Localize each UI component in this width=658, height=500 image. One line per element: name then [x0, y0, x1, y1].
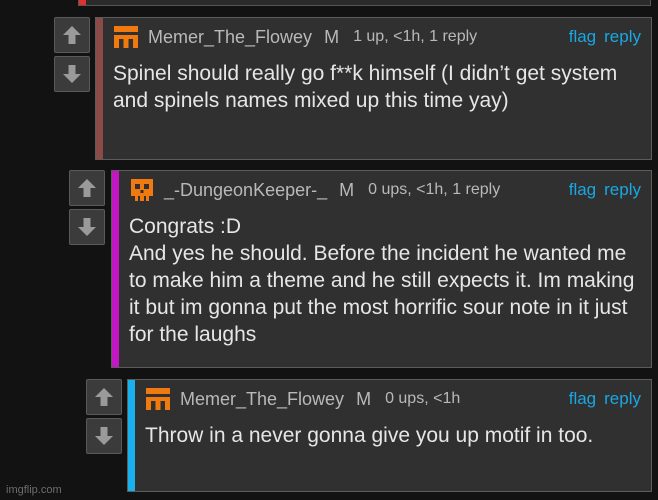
comment-text: Spinel should really go f**k himself (I …: [113, 60, 643, 114]
watermark: imgflip.com: [6, 484, 62, 496]
mod-badge: M: [356, 388, 372, 409]
comment-meta: 0 ups, <1h: [385, 390, 461, 407]
comment-text: Congrats :D And yes he should. Before th…: [129, 213, 643, 348]
username[interactable]: Memer_The_Flowey: [148, 27, 312, 48]
arrow-up-icon: [95, 388, 113, 406]
arrow-down-icon: [78, 218, 96, 236]
mod-badge: M: [324, 26, 340, 47]
mod-badge: M: [339, 179, 355, 200]
orange-skull-avatar-icon[interactable]: [128, 176, 156, 204]
flag-link[interactable]: flag: [569, 180, 596, 200]
vote-controls: [54, 17, 90, 92]
comment-paragraph: Congrats :D: [129, 215, 242, 238]
comment-text: Throw in a never gonna give you up motif…: [145, 422, 643, 449]
previous-comment-edge: [78, 0, 651, 6]
comment-header: _-DungeonKeeper-_ M 0 ups, <1h, 1 reply …: [128, 177, 641, 203]
thread-stripe: [112, 171, 119, 367]
comment-meta: 1 up, <1h, 1 reply: [353, 28, 478, 45]
arrow-up-icon: [63, 26, 81, 44]
downvote-button[interactable]: [54, 56, 90, 92]
thread-stripe: [128, 380, 135, 491]
downvote-button[interactable]: [69, 209, 105, 245]
comment-actions: flag reply: [569, 27, 641, 47]
upvote-button[interactable]: [69, 170, 105, 206]
arrow-down-icon: [63, 65, 81, 83]
comment-actions: flag reply: [569, 389, 641, 409]
thread-stripe: [96, 18, 103, 159]
upvote-button[interactable]: [86, 379, 122, 415]
comment-paragraph: And yes he should. Before the incident h…: [129, 242, 635, 346]
comment-header: Memer_The_Flowey M 0 ups, <1h flag reply: [144, 386, 641, 412]
arrow-down-icon: [95, 427, 113, 445]
comment-header: Memer_The_Flowey M 1 up, <1h, 1 reply fl…: [112, 24, 641, 50]
comment-body: _-DungeonKeeper-_ M 0 ups, <1h, 1 reply …: [111, 170, 652, 368]
username[interactable]: Memer_The_Flowey: [180, 389, 344, 410]
arrow-up-icon: [78, 179, 96, 197]
vote-controls: [69, 170, 105, 245]
downvote-button[interactable]: [86, 418, 122, 454]
comment-3: Memer_The_Flowey M 0 ups, <1h flag reply…: [86, 379, 652, 492]
comment-2: _-DungeonKeeper-_ M 0 ups, <1h, 1 reply …: [69, 170, 652, 368]
comment-1: Memer_The_Flowey M 1 up, <1h, 1 reply fl…: [54, 17, 652, 160]
username[interactable]: _-DungeonKeeper-_: [164, 180, 327, 201]
orange-pixel-avatar-icon[interactable]: [112, 23, 140, 51]
reply-link[interactable]: reply: [604, 180, 641, 200]
upvote-button[interactable]: [54, 17, 90, 53]
comment-actions: flag reply: [569, 180, 641, 200]
comment-body: Memer_The_Flowey M 0 ups, <1h flag reply…: [127, 379, 652, 492]
vote-controls: [86, 379, 122, 454]
flag-link[interactable]: flag: [569, 389, 596, 409]
orange-pixel-avatar-icon[interactable]: [144, 385, 172, 413]
flag-link[interactable]: flag: [569, 27, 596, 47]
reply-link[interactable]: reply: [604, 389, 641, 409]
comment-body: Memer_The_Flowey M 1 up, <1h, 1 reply fl…: [95, 17, 652, 160]
reply-link[interactable]: reply: [604, 27, 641, 47]
thread-stripe: [79, 0, 86, 5]
comment-paragraph: Throw in a never gonna give you up motif…: [145, 424, 594, 447]
comment-paragraph: Spinel should really go f**k himself (I …: [113, 62, 618, 112]
comment-meta: 0 ups, <1h, 1 reply: [368, 181, 501, 198]
